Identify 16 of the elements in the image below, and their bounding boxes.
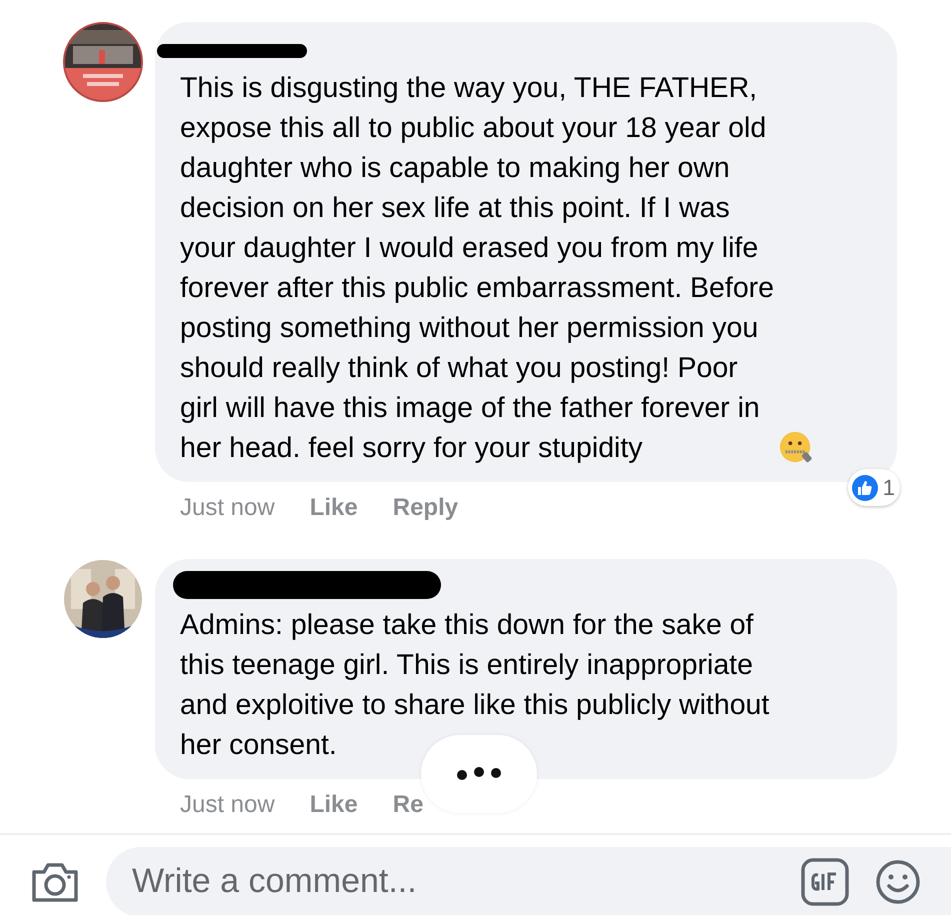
reply-link[interactable]: Reply — [392, 490, 458, 526]
like-link[interactable]: Like — [310, 787, 358, 823]
comment-text: Admins: please take this down for the sake of this teenage girl. This is entirely inappropriate and exploitive to share like this publicly without her consent. — [180, 608, 770, 763]
comment-field[interactable]: Write a comment... — [132, 856, 801, 907]
comment-time: Just now — [180, 493, 275, 523]
typing-dots-icon — [455, 767, 503, 781]
thumbs-up-icon — [850, 474, 879, 502]
smiley-icon[interactable] — [875, 858, 921, 904]
comment-text: This is disgusting the way you, THE FATHER, expose this all to public about your 18 year old daughter who is capable to making her own decision on her sex life at this point. If I was your daughter I would erased you from my life forever after this public embarrassment. Before posting something without her permission you should really think of what you posting! Poor girl will have this image of the father forever in her head. feel sorry for your stupidity — [180, 71, 774, 466]
like-link[interactable]: Like — [310, 490, 358, 526]
reaction-count: 1 — [882, 474, 895, 502]
like-reaction-badge[interactable]: 1 — [848, 469, 900, 506]
reply-link[interactable]: Re — [392, 787, 424, 823]
comment-time: Just now — [180, 790, 275, 820]
comment-box[interactable]: Write a comment... — [106, 846, 951, 915]
gif-icon[interactable] — [801, 858, 849, 906]
